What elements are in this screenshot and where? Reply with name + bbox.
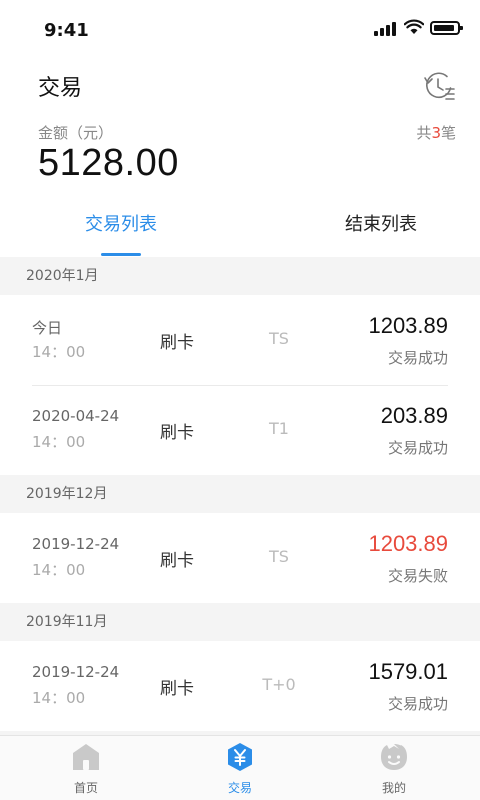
transaction-row[interactable]: 2020-04-24 14：00 刷卡 T1 203.89 交易成功 [0,385,480,475]
row-type: 刷卡 [160,423,194,443]
row-date: 2019-12-24 [32,535,120,553]
amount-label: 金额（元） [38,124,114,142]
nav-profile[interactable]: 我的 [344,736,444,800]
row-type: 刷卡 [160,333,194,353]
bottom-nav: 首页 交易 我的 [0,735,480,800]
yen-icon [228,743,252,771]
tab-active-indicator [101,253,141,256]
row-amount: 1203.89 [368,313,448,338]
transaction-row[interactable]: 2019-12-24 14：00 刷卡 T+0 1579.01 交易成功 [0,641,480,731]
section-header: 2019年12月 [0,475,480,513]
row-amount: 1203.89 [368,531,448,556]
section-header: 2019年11月 [0,603,480,641]
wifi-icon [404,19,424,34]
nav-transactions-label: 交易 [227,781,252,795]
status-time: 9:41 [44,20,89,41]
row-amount: 1579.01 [368,659,448,684]
nav-home[interactable]: 首页 [36,736,136,800]
row-status: 交易成功 [387,695,448,713]
row-settlement: T1 [269,419,289,438]
tab-closed-list[interactable]: 结束列表 [300,210,462,256]
section-2019-11: 2019年11月 2019-12-24 14：00 刷卡 T+0 1579.01… [0,603,480,731]
count-prefix: 共 [416,124,432,142]
row-status: 交易成功 [387,439,448,457]
row-status: 交易失败 [387,567,448,585]
transaction-count: 共3笔 [416,122,456,143]
row-amount: 203.89 [380,403,448,428]
row-status: 交易成功 [387,349,448,367]
count-suffix: 笔 [440,124,456,142]
row-time: 14：00 [32,561,86,579]
row-date: 今日 [32,319,63,337]
row-settlement: TS [269,547,289,566]
row-time: 14：00 [32,689,86,707]
nav-profile-label: 我的 [381,781,406,795]
tab-transaction-list[interactable]: 交易列表 [40,210,202,256]
page-title: 交易 [38,76,83,101]
row-date: 2020-04-24 [32,407,120,425]
section-2019-12: 2019年12月 2019-12-24 14：00 刷卡 TS 1203.89 … [0,475,480,603]
profile-face-icon [381,744,407,770]
nav-transactions[interactable]: 交易 [190,736,290,800]
transaction-row[interactable]: 今日 14：00 刷卡 TS 1203.89 交易成功 [0,295,480,385]
row-settlement: T+0 [262,675,296,694]
row-date: 2019-12-24 [32,663,120,681]
row-type: 刷卡 [160,679,194,699]
nav-home-label: 首页 [73,781,98,795]
section-2020-01: 2020年1月 今日 14：00 刷卡 TS 1203.89 交易成功 2020… [0,257,480,475]
section-header: 2020年1月 [0,257,480,295]
row-settlement: TS [269,329,289,348]
app-screen: 9:41 交易 金额（元） 5128.00 共3笔 交易列表 结束列表 2020… [0,0,480,800]
battery-icon [430,21,463,35]
home-icon [73,744,99,770]
status-bar: 9:41 [0,0,480,60]
total-amount: 5128.00 [38,142,179,184]
cellular-signal-icon [374,22,398,36]
row-time: 14：00 [32,343,86,361]
row-time: 14：00 [32,433,86,451]
transaction-row[interactable]: 2019-12-24 14：00 刷卡 TS 1203.89 交易失败 [0,513,480,603]
history-list-icon[interactable] [420,66,460,106]
count-number: 3 [431,124,441,142]
row-type: 刷卡 [160,551,194,571]
tab-bar: 交易列表 结束列表 [0,210,480,256]
transaction-list[interactable]: 2020年1月 今日 14：00 刷卡 TS 1203.89 交易成功 2020… [0,257,480,735]
